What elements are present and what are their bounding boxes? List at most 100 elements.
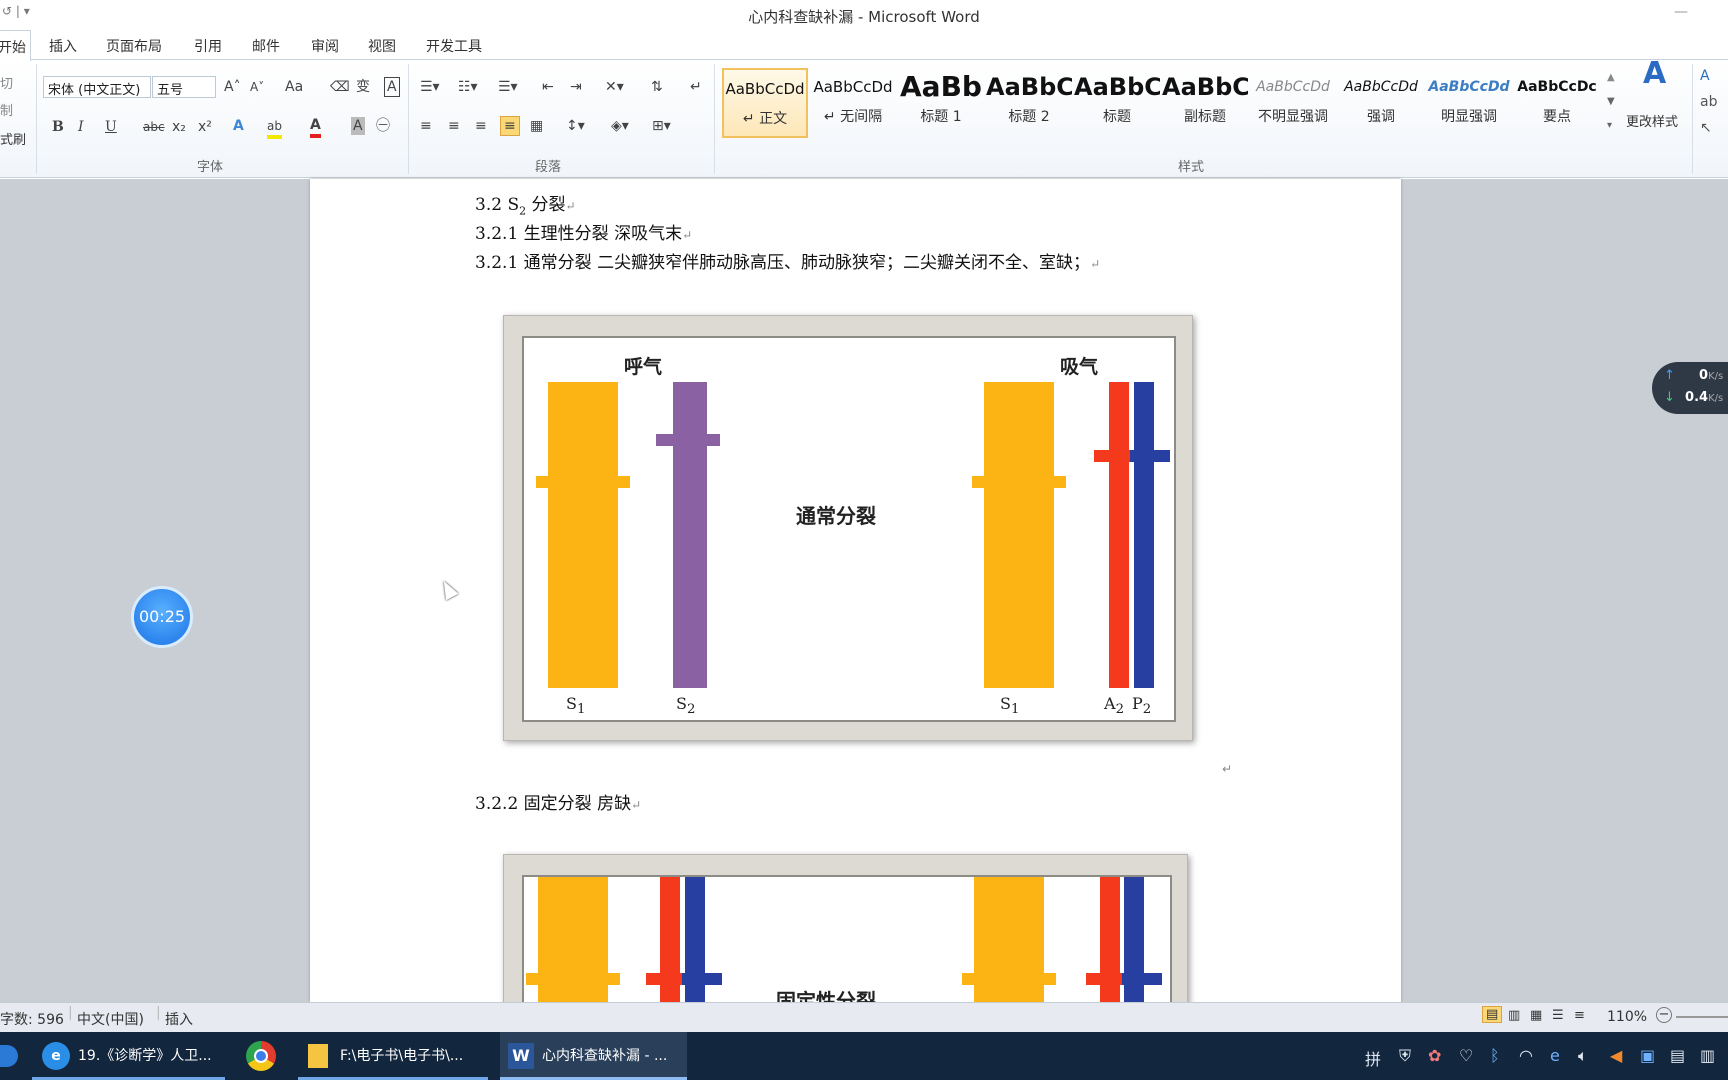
- style-name: 强调: [1367, 109, 1395, 125]
- print-layout-view-icon[interactable]: ▤: [1482, 1006, 1503, 1023]
- tab-insert[interactable]: 插入: [49, 36, 77, 56]
- volume-icon[interactable]: 🔈︎: [1578, 1046, 1588, 1066]
- outline-view-icon[interactable]: ☰: [1552, 1008, 1564, 1023]
- grow-font-icon[interactable]: A˄: [224, 78, 241, 96]
- copy-button[interactable]: 制: [0, 100, 13, 119]
- tab-review[interactable]: 审阅: [311, 36, 339, 56]
- notification-icon[interactable]: ◀: [1610, 1046, 1622, 1065]
- bold-button[interactable]: B: [52, 118, 64, 136]
- ie-tray-icon[interactable]: e: [1550, 1046, 1560, 1065]
- bullets-icon[interactable]: ☰▾: [420, 78, 440, 96]
- tab-view[interactable]: 视图: [368, 36, 396, 56]
- display-icon[interactable]: ▣: [1640, 1046, 1655, 1065]
- format-painter-button[interactable]: 式刷: [0, 129, 26, 148]
- subscript-button[interactable]: x₂: [172, 118, 186, 136]
- style-heading-2[interactable]: AaBbC 标题 2: [986, 68, 1072, 138]
- phonetic-guide-icon[interactable]: 变: [356, 78, 370, 96]
- align-right-icon[interactable]: ≡: [475, 117, 487, 135]
- style-strong[interactable]: AaBbCcDc 要点: [1514, 68, 1600, 138]
- window-title: 心内科查缺补漏 - Microsoft Word: [748, 8, 980, 26]
- gallery-scroll-down-icon[interactable]: ▼: [1607, 93, 1615, 111]
- language-indicator[interactable]: 中文(中国): [77, 1009, 144, 1029]
- numbering-icon[interactable]: ☷▾: [458, 78, 478, 96]
- font-name-select[interactable]: 宋体 (中文正文): [43, 76, 151, 98]
- tab-home[interactable]: 开始: [0, 30, 31, 61]
- zoom-slider[interactable]: [1676, 1016, 1728, 1018]
- start-button[interactable]: [0, 1032, 18, 1080]
- keyboard-icon[interactable]: ▤: [1670, 1046, 1685, 1065]
- style-subtitle[interactable]: AaBbC 副标题: [1162, 68, 1248, 138]
- enclose-char-icon[interactable]: ㊀: [376, 117, 390, 135]
- shield-icon[interactable]: ⛨: [1399, 1046, 1411, 1066]
- style-subtle-emphasis[interactable]: AaBbCcDd 不明显强调: [1250, 68, 1336, 138]
- gallery-scroll-up-icon[interactable]: ▲: [1607, 69, 1615, 87]
- taskbar-folder-window[interactable]: F:\电子书\电子书\...: [298, 1032, 488, 1080]
- figure-usual-split[interactable]: 呼气 吸气 通常分裂 S1 S2 S1 A2 P2: [503, 315, 1193, 741]
- bluetooth-icon[interactable]: ᛒ: [1490, 1046, 1500, 1065]
- decrease-indent-icon[interactable]: ⇤: [542, 78, 554, 96]
- document-page[interactable]: 3.2 S2 分裂↵ 3.2.1 生理性分裂 深吸气末↵ 3.2.1 通常分裂 …: [310, 179, 1401, 1075]
- chinese-layout-icon[interactable]: ✕▾: [605, 78, 624, 96]
- text-effects-icon[interactable]: A: [233, 117, 244, 135]
- align-left-icon[interactable]: ≡: [420, 117, 432, 135]
- recording-timer[interactable]: 00:25: [131, 586, 193, 648]
- multilevel-list-icon[interactable]: ☰▾: [498, 78, 518, 96]
- tab-developer[interactable]: 开发工具: [426, 36, 482, 56]
- sort-icon[interactable]: ⇅: [651, 78, 663, 96]
- ime-icon[interactable]: 拼: [1365, 1046, 1381, 1070]
- security-icon[interactable]: ♡: [1459, 1046, 1473, 1065]
- style-emphasis[interactable]: AaBbCcDd 强调: [1338, 68, 1424, 138]
- char-shading-icon[interactable]: A: [351, 117, 365, 135]
- web-layout-view-icon[interactable]: ▦: [1530, 1008, 1542, 1023]
- replace-icon[interactable]: ab: [1700, 93, 1717, 111]
- strikethrough-button[interactable]: abc: [143, 118, 165, 136]
- clear-format-icon[interactable]: ⌫: [330, 78, 350, 96]
- highlight-icon[interactable]: ab: [267, 117, 282, 139]
- zoom-out-icon[interactable]: −: [1656, 1007, 1672, 1023]
- increase-indent-icon[interactable]: ⇥: [570, 78, 582, 96]
- tab-page-layout[interactable]: 页面布局: [106, 36, 162, 56]
- taskbar-chrome[interactable]: [238, 1032, 284, 1080]
- align-center-icon[interactable]: ≡: [448, 117, 460, 135]
- wifi-icon[interactable]: ◠: [1519, 1046, 1533, 1065]
- superscript-button[interactable]: x²: [198, 118, 212, 136]
- justify-icon[interactable]: ≡: [500, 116, 520, 136]
- font-color-icon[interactable]: A: [310, 116, 321, 138]
- cut-button[interactable]: 切: [0, 73, 13, 92]
- shading-icon[interactable]: ◈▾: [611, 117, 629, 135]
- full-screen-view-icon[interactable]: ▥: [1508, 1008, 1520, 1023]
- show-marks-icon[interactable]: ↵: [690, 78, 702, 96]
- draft-view-icon[interactable]: ≡: [1574, 1008, 1585, 1023]
- inhale-a2-tick: [1094, 450, 1134, 462]
- show-desktop-icon[interactable]: ▥: [1700, 1046, 1715, 1065]
- style-title[interactable]: AaBbC 标题: [1074, 68, 1160, 138]
- char-border-icon[interactable]: A: [384, 77, 400, 97]
- network-speed-widget[interactable]: ↑ 0K/s ↓ 0.4K/s: [1652, 362, 1728, 414]
- taskbar-word-window[interactable]: W 心内科查缺补漏 - ...: [500, 1032, 687, 1080]
- zoom-level[interactable]: 110%: [1607, 1009, 1647, 1025]
- tab-mailings[interactable]: 邮件: [252, 36, 280, 56]
- minimize-button[interactable]: —: [1674, 4, 1688, 20]
- word-count[interactable]: 字数: 596: [0, 1009, 64, 1029]
- italic-button[interactable]: I: [78, 118, 84, 136]
- style-no-spacing[interactable]: AaBbCcDd ↵ 无间隔: [810, 68, 896, 138]
- font-size-select[interactable]: 五号: [152, 76, 216, 98]
- underline-button[interactable]: U: [105, 118, 117, 136]
- change-styles-button[interactable]: 更改样式: [1626, 111, 1678, 130]
- tab-references[interactable]: 引用: [194, 36, 222, 56]
- style-intense-emphasis[interactable]: AaBbCcDd 明显强调: [1426, 68, 1512, 138]
- gallery-more-icon[interactable]: ▾: [1607, 117, 1612, 135]
- change-styles-icon[interactable]: A: [1643, 59, 1666, 89]
- app-tray-icon[interactable]: ✿: [1428, 1046, 1441, 1065]
- style-heading-1[interactable]: AaBb 标题 1: [898, 68, 984, 138]
- borders-icon[interactable]: ⊞▾: [652, 117, 671, 135]
- change-case-icon[interactable]: Aa: [285, 78, 303, 96]
- taskbar-ie-window[interactable]: e 19.《诊断学》人卫...: [32, 1032, 225, 1080]
- line-spacing-icon[interactable]: ↕▾: [566, 117, 585, 135]
- insert-mode-indicator[interactable]: 插入: [165, 1009, 193, 1029]
- shrink-font-icon[interactable]: A˅: [250, 78, 264, 96]
- find-icon[interactable]: A: [1700, 67, 1710, 85]
- distributed-icon[interactable]: ▦: [530, 117, 543, 135]
- style-normal[interactable]: AaBbCcDd ↵ 正文: [722, 68, 808, 138]
- select-icon[interactable]: ↖: [1700, 119, 1712, 137]
